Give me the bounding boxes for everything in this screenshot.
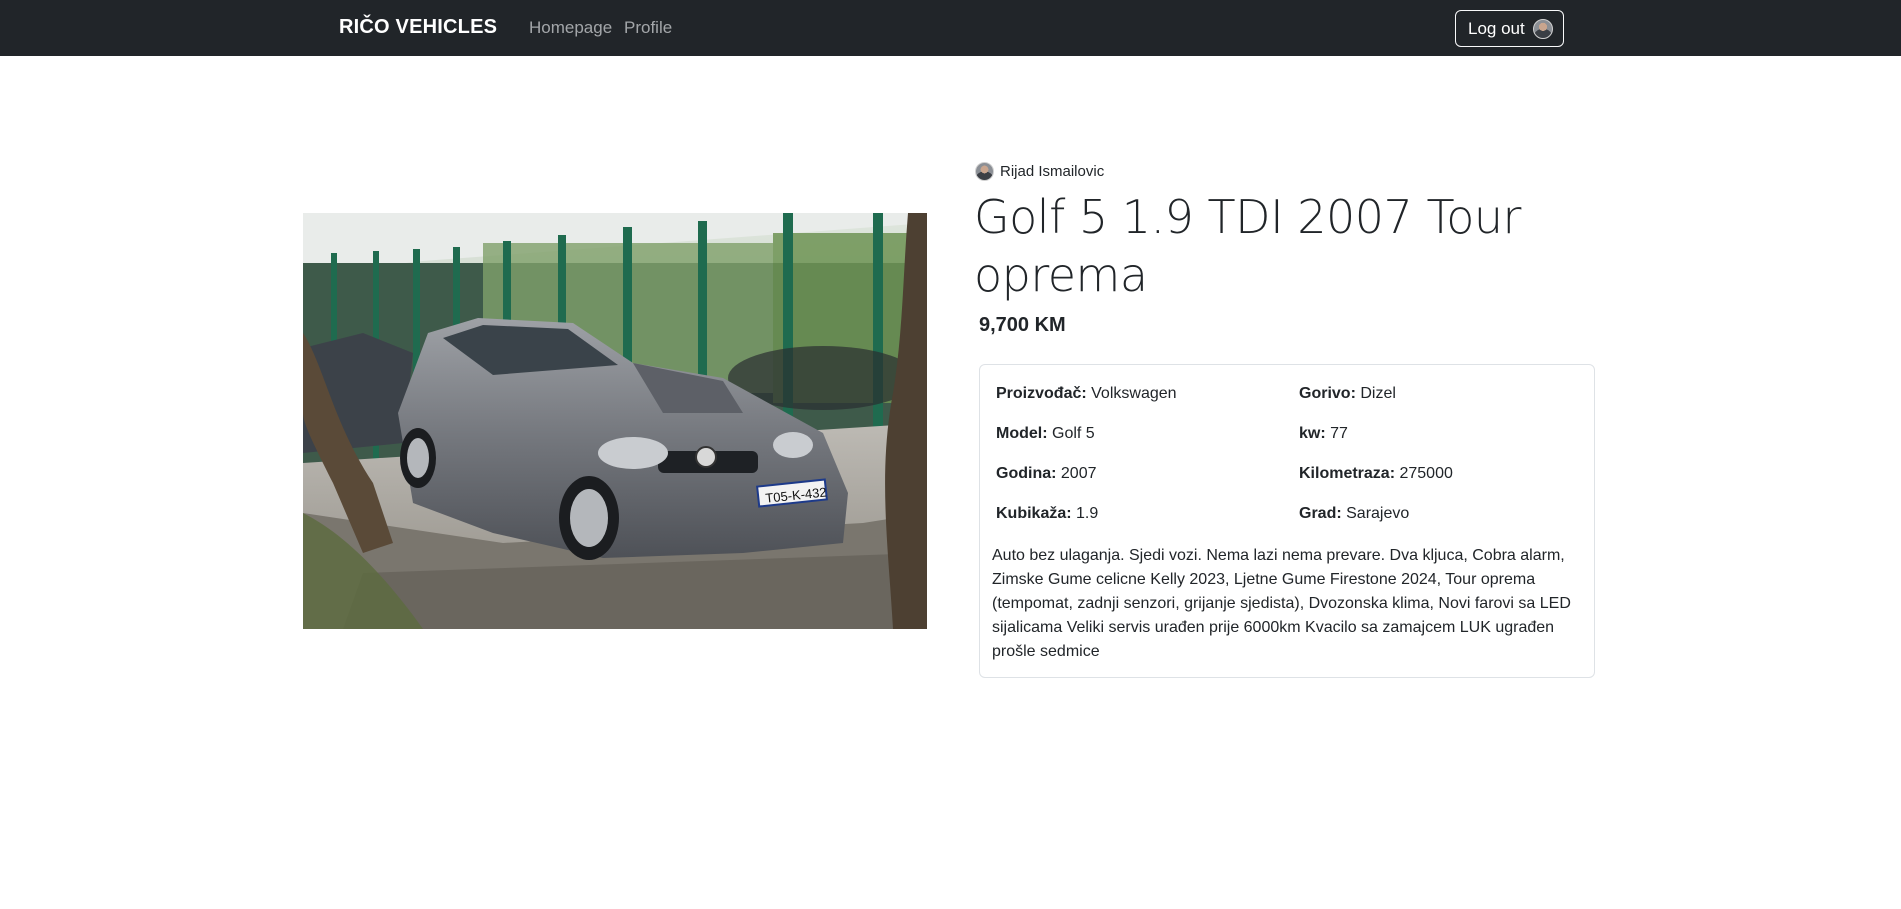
spec-label: Grad: bbox=[1299, 505, 1342, 522]
spec-label: kw: bbox=[1299, 425, 1326, 442]
listing-author[interactable]: Rijad Ismailovic bbox=[975, 162, 1104, 181]
spec-fuel: Gorivo: Dizel bbox=[1299, 385, 1396, 403]
spec-value: Dizel bbox=[1360, 385, 1396, 402]
spec-year: Godina: 2007 bbox=[996, 465, 1096, 483]
user-avatar-icon bbox=[1532, 18, 1553, 39]
listing-description: Auto bez ulaganja. Sjedi vozi. Nema lazi… bbox=[992, 547, 1571, 660]
spec-label: Proizvođač: bbox=[996, 385, 1087, 402]
spec-model: Model: Golf 5 bbox=[996, 425, 1095, 443]
specs-card: Proizvođač: Volkswagen Gorivo: Dizel Mod… bbox=[979, 364, 1595, 678]
spec-kw: kw: 77 bbox=[1299, 425, 1348, 443]
spec-city: Grad: Sarajevo bbox=[1299, 505, 1409, 523]
logout-button-label: Log out bbox=[1468, 18, 1525, 38]
spec-value: Sarajevo bbox=[1346, 505, 1410, 522]
listing-price: 9,700 KM bbox=[979, 314, 1066, 336]
top-navbar: RIČO VEHICLES Homepage Profile Log out bbox=[0, 0, 1901, 56]
nav-link-homepage[interactable]: Homepage bbox=[529, 18, 612, 38]
spec-value: Volkswagen bbox=[1091, 385, 1177, 402]
spec-value: 275000 bbox=[1399, 465, 1453, 482]
spec-displacement: Kubikaža: 1.9 bbox=[996, 505, 1098, 523]
logout-button[interactable]: Log out bbox=[1455, 10, 1564, 47]
spec-value: Golf 5 bbox=[1052, 425, 1095, 442]
car-photo: T05-K-432 bbox=[303, 213, 927, 629]
spec-value: 1.9 bbox=[1076, 505, 1099, 522]
spec-label: Kilometraza: bbox=[1299, 465, 1396, 482]
spec-manufacturer: Proizvođač: Volkswagen bbox=[996, 385, 1177, 403]
spec-value: 77 bbox=[1330, 425, 1348, 442]
listing-title: Golf 5 1.9 TDI 2007 Tour oprema bbox=[974, 190, 1521, 302]
spec-mileage: Kilometraza: 275000 bbox=[1299, 465, 1453, 483]
author-avatar-icon bbox=[975, 162, 994, 181]
spec-value: 2007 bbox=[1060, 465, 1097, 482]
spec-label: Model: bbox=[996, 425, 1048, 442]
author-name: Rijad Ismailovic bbox=[1000, 163, 1105, 180]
spec-label: Kubikaža: bbox=[996, 505, 1072, 522]
spec-label: Gorivo: bbox=[1299, 385, 1356, 402]
spec-label: Godina: bbox=[996, 465, 1057, 482]
nav-link-profile[interactable]: Profile bbox=[624, 18, 672, 38]
brand-logo-text[interactable]: RIČO VEHICLES bbox=[339, 16, 497, 39]
